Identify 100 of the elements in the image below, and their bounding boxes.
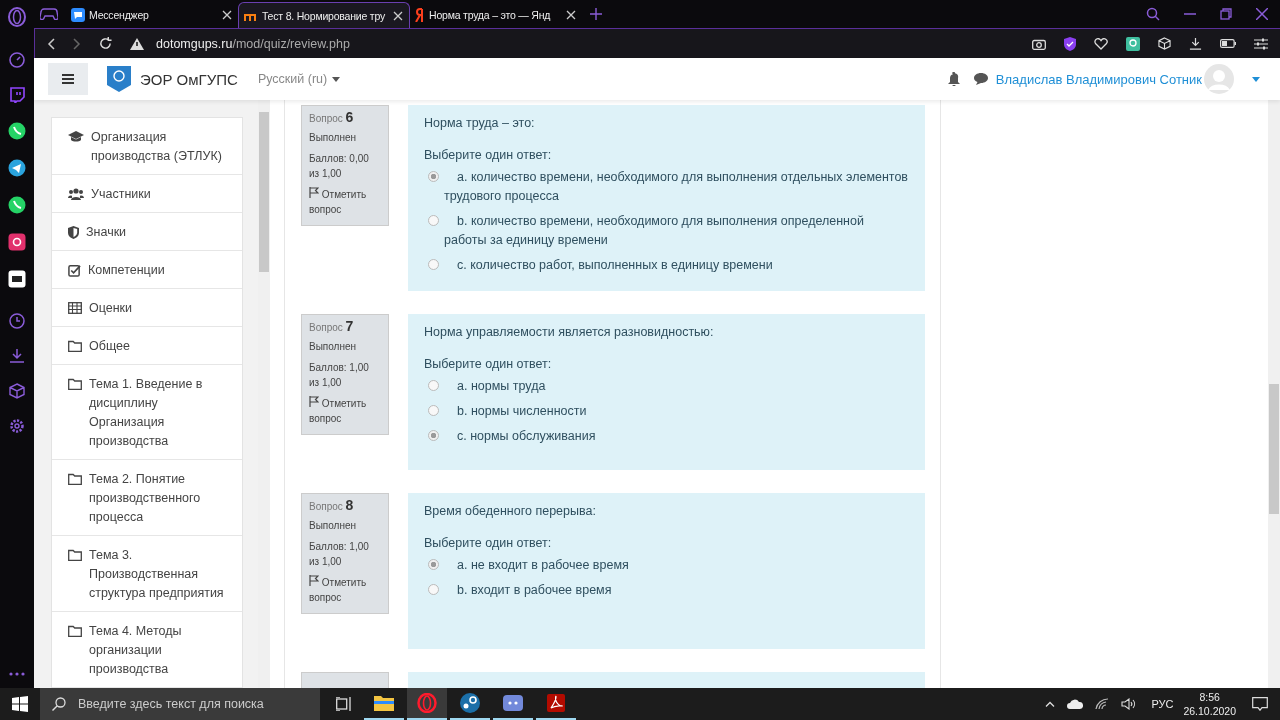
- input-language[interactable]: РУС: [1151, 698, 1174, 710]
- answer-option[interactable]: b. количество времени, необходимого для выполнения определенной работы за единицу времени: [444, 212, 909, 250]
- chevron-up-icon[interactable]: [1045, 701, 1056, 707]
- twitch-icon[interactable]: [9, 87, 25, 103]
- question-grade: Баллов: 0,00 из 1,00: [309, 152, 370, 181]
- shield-logo-icon[interactable]: [107, 66, 131, 92]
- answer-option[interactable]: b. нормы численности: [444, 402, 587, 421]
- folder-icon: [68, 378, 82, 390]
- menu-button[interactable]: [48, 63, 88, 95]
- discord-icon: [503, 695, 523, 711]
- folder-icon: [68, 340, 82, 352]
- graduation-cap-icon: [68, 131, 84, 143]
- question-state: Выполнен: [309, 131, 358, 145]
- answer-option[interactable]: c. количество работ, выполненных в единицу времени: [444, 256, 773, 275]
- wifi-icon[interactable]: [1095, 698, 1110, 710]
- language-menu[interactable]: Русский (ru): [257, 72, 341, 86]
- user-name[interactable]: Владислав Владимирович Сотник: [995, 71, 1202, 87]
- caret-icon[interactable]: [1252, 76, 1260, 82]
- radio-button[interactable]: [428, 584, 439, 595]
- site-name[interactable]: ЭОР ОмГУПС: [140, 70, 238, 88]
- restore-icon[interactable]: [1220, 8, 1232, 20]
- menu-item[interactable]: Тема 3. Производственная структура предприятия: [52, 536, 243, 612]
- camera-icon[interactable]: [1032, 37, 1046, 50]
- notification-icon[interactable]: [1252, 697, 1268, 711]
- extension-icon[interactable]: [1126, 36, 1140, 51]
- clock[interactable]: 8:56 26.10.2020: [1183, 690, 1236, 718]
- discord-icon[interactable]: [8, 270, 26, 288]
- bell-icon[interactable]: [947, 72, 960, 86]
- menu-item[interactable]: Тема 2. Понятие производственного процесса: [52, 460, 243, 536]
- radio-button[interactable]: [428, 259, 439, 270]
- menu-item[interactable]: Тема 1. Введение в дисциплину Организация производства: [52, 365, 243, 460]
- question-text: Норма управляемости является разновидностью:: [424, 325, 715, 339]
- checkbox-icon: [68, 264, 81, 277]
- flag-question-link[interactable]: Отметить вопрос: [309, 187, 381, 217]
- radio-button[interactable]: [428, 559, 439, 570]
- plus-icon[interactable]: [590, 8, 602, 20]
- close-icon[interactable]: [566, 10, 576, 20]
- folder-icon: [68, 473, 82, 485]
- battery-icon[interactable]: [1220, 39, 1236, 48]
- search-field[interactable]: Введите здесь текст для поиска: [40, 688, 320, 720]
- answer-option[interactable]: a. не входит в рабочее время: [444, 556, 629, 575]
- menu-item[interactable]: Организация производства (ЭТЛУК): [52, 118, 243, 175]
- flag-icon: [309, 187, 319, 198]
- question-text: Время обеденного перерыва:: [424, 504, 597, 518]
- question-grade: Баллов: 1,00 из 1,00: [309, 540, 370, 569]
- shield-check-icon[interactable]: [1064, 36, 1076, 51]
- steam-icon: [460, 693, 480, 713]
- taskbar-app[interactable]: [407, 688, 447, 720]
- radio-button[interactable]: [428, 215, 439, 226]
- task-view-icon[interactable]: [336, 697, 352, 711]
- radio-button[interactable]: [428, 171, 439, 182]
- reload-icon[interactable]: [99, 37, 112, 50]
- browser-tab[interactable]: Норма труда – это — Янд: [410, 2, 582, 28]
- opera-logo-icon[interactable]: [7, 7, 27, 27]
- answer-prompt: Выберите один ответ:: [424, 357, 553, 371]
- heart-icon[interactable]: [1094, 37, 1108, 50]
- clock-icon[interactable]: [9, 313, 25, 329]
- whatsapp-icon[interactable]: [8, 122, 26, 140]
- answer-option[interactable]: a. нормы труда: [444, 377, 546, 396]
- answer-prompt: Выберите один ответ:: [424, 536, 553, 550]
- gamepad-icon[interactable]: [40, 8, 58, 20]
- close-icon[interactable]: [393, 10, 403, 21]
- back-icon[interactable]: [47, 37, 55, 50]
- gauge-icon[interactable]: [9, 52, 25, 68]
- acrobat-icon: [547, 694, 565, 712]
- menu-item[interactable]: Общее: [52, 327, 243, 365]
- cloud-icon[interactable]: [1067, 699, 1084, 709]
- flag-question-link[interactable]: Отметить вопрос: [309, 396, 381, 426]
- search-icon: [52, 697, 66, 711]
- answer-option[interactable]: b. входит в рабочее время: [444, 581, 612, 600]
- menu-icon: [62, 74, 74, 84]
- users-icon: [68, 188, 84, 200]
- radio-button[interactable]: [428, 405, 439, 416]
- whatsapp-icon[interactable]: [8, 196, 26, 214]
- menu-item[interactable]: Оценки: [52, 289, 243, 327]
- flag-icon: [309, 575, 319, 586]
- close-icon[interactable]: [222, 10, 232, 20]
- menu-item[interactable]: Компетенции: [52, 251, 243, 289]
- table-icon: [68, 302, 82, 314]
- windows-logo-icon[interactable]: [12, 696, 28, 712]
- browser-tab[interactable]: Мессенджер: [66, 2, 238, 28]
- search-icon[interactable]: [1146, 7, 1160, 21]
- instagram-icon[interactable]: [8, 233, 26, 251]
- menu-item[interactable]: Участники: [52, 175, 243, 213]
- telegram-icon[interactable]: [8, 159, 26, 177]
- answer-option[interactable]: a. количество времени, необходимого для выполнения отдельных элементов трудового процесса: [444, 168, 909, 206]
- speaker-icon[interactable]: [1121, 698, 1138, 710]
- radio-button[interactable]: [428, 430, 439, 441]
- menu-item[interactable]: Значки: [52, 213, 243, 251]
- folder-icon: [68, 625, 82, 637]
- question-state: Выполнен: [309, 340, 358, 354]
- radio-button[interactable]: [428, 380, 439, 391]
- flag-icon: [309, 396, 319, 407]
- question-state: Выполнен: [309, 519, 358, 533]
- flag-question-link[interactable]: Отметить вопрос: [309, 575, 381, 605]
- browser-tab[interactable]: Тест 8. Нормирование тру: [238, 2, 410, 28]
- chat-bubble-icon[interactable]: [973, 73, 988, 85]
- answer-option[interactable]: c. нормы обслуживания: [444, 427, 596, 446]
- more-icon[interactable]: [9, 672, 25, 676]
- forward-icon[interactable]: [73, 37, 81, 50]
